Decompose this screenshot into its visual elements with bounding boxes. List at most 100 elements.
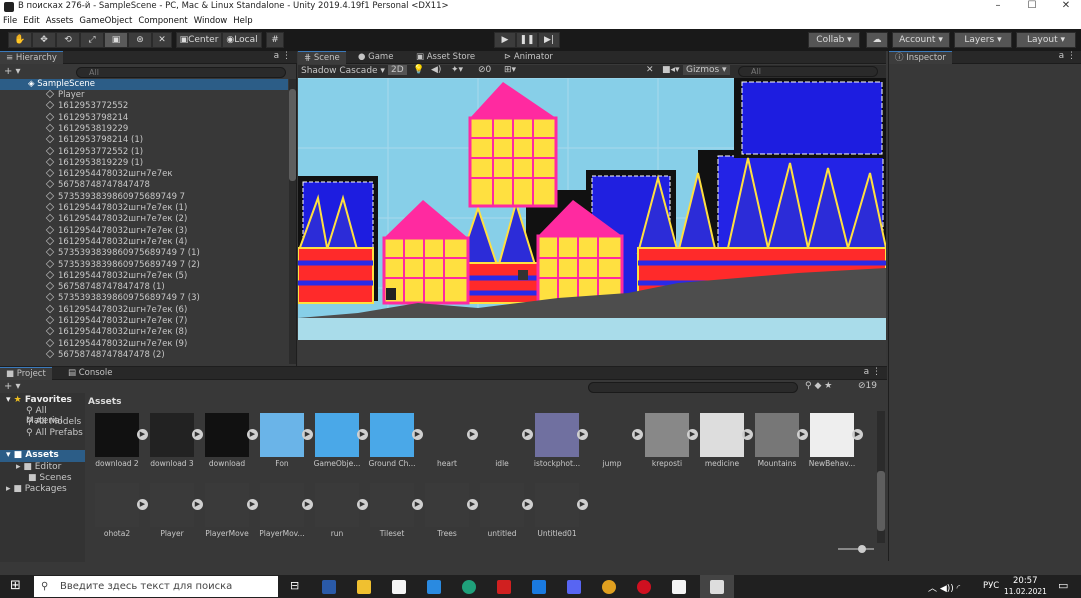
menu-gameobject[interactable]: GameObject [76,15,135,27]
panel-menu-icon[interactable]: a ⋮ [274,51,291,61]
language-indicator[interactable]: РУС [983,581,999,591]
add-object-button[interactable]: + ▾ [4,66,21,77]
menu-edit[interactable]: Edit [20,15,42,27]
hierarchy-item[interactable]: 1612953819229 (1) [0,157,143,169]
windows-start-icon[interactable]: ⊞ [10,578,21,593]
hierarchy-search-input[interactable]: All [76,67,286,78]
word-app-icon[interactable] [322,580,336,594]
hierarchy-item[interactable]: 1612953772552 [0,101,128,112]
create-asset-button[interactable]: + ▾ [4,381,21,392]
expand-asset-icon[interactable]: ▶ [137,429,148,440]
project-search-input[interactable] [588,382,798,393]
collab-button[interactable]: Collab ▾ [808,32,860,48]
tab-game[interactable]: ● Game [352,51,399,64]
hierarchy-item[interactable]: 1612954478032шгн7е7ек [0,168,173,180]
asset-thumbnail[interactable] [480,483,524,527]
assets-node[interactable]: ▾ ■ Assets [0,450,85,462]
asset-thumbnail[interactable] [150,413,194,457]
expand-asset-icon[interactable]: ▶ [577,429,588,440]
lighting-icon[interactable]: 💡 [413,65,424,75]
hierarchy-item[interactable]: 1612954478032шгн7е7ек (6) [0,304,187,316]
expand-asset-icon[interactable]: ▶ [357,499,368,510]
hierarchy-item[interactable]: 5735393839860975689749 7 (1) [0,247,200,259]
asset-thumbnail[interactable] [425,483,469,527]
asset-thumbnail[interactable] [590,413,634,457]
pause-button[interactable]: ❚❚ [516,32,538,48]
scale-tool-icon[interactable]: ⤢ [80,32,104,48]
expand-asset-icon[interactable]: ▶ [247,429,258,440]
expand-asset-icon[interactable]: ▶ [797,429,808,440]
asset-thumbnail[interactable] [480,413,524,457]
tab-asset-store[interactable]: ▣ Asset Store [410,51,481,64]
hierarchy-item[interactable]: Player [0,89,84,101]
grid-icon[interactable]: ⊞▾ [504,65,516,75]
store-app-icon[interactable] [392,580,406,594]
notifications-icon[interactable]: ▭ [1058,579,1068,592]
expand-asset-icon[interactable]: ▶ [137,499,148,510]
taskbar-search-input[interactable]: ⚲ Введите здесь текст для поиска [34,576,278,597]
scene-search-input[interactable]: All [738,66,878,77]
asset-thumbnail[interactable] [260,413,304,457]
asset-thumbnail[interactable] [535,483,579,527]
hierarchy-item[interactable]: 1612953772552 (1) [0,146,143,158]
menu-help[interactable]: Help [230,15,255,27]
expand-asset-icon[interactable]: ▶ [632,429,643,440]
hierarchy-item[interactable]: 56758748747847478 (1) [0,281,165,293]
tab-console[interactable]: ▤ Console [62,367,118,380]
expand-asset-icon[interactable]: ▶ [192,499,203,510]
asset-thumbnail[interactable] [205,413,249,457]
edge-app-icon[interactable] [462,580,476,594]
asset-thumbnail[interactable] [370,483,414,527]
packages-node[interactable]: ▸ ■ Packages [6,484,67,494]
notepad-app-icon[interactable] [672,580,686,594]
layers-dropdown[interactable]: Layers ▾ [954,32,1012,48]
expand-asset-icon[interactable]: ▶ [852,429,863,440]
asset-thumbnail[interactable] [260,483,304,527]
expand-asset-icon[interactable]: ▶ [687,429,698,440]
asset-thumbnail[interactable] [755,413,799,457]
gizmos-dropdown[interactable]: Gizmos ▾ [683,65,730,75]
maximize-button[interactable]: ☐ [1015,0,1049,15]
folder-editor[interactable]: ▸ ■ Editor [16,462,61,472]
project-scrollbar[interactable] [877,411,885,543]
play-button[interactable]: ▶ [494,32,516,48]
tab-inspector[interactable]: ⓘ Inspector [889,51,952,64]
hierarchy-item[interactable]: 1612954478032шгн7е7ек (1) [0,202,187,214]
layout-dropdown[interactable]: Layout ▾ [1016,32,1076,48]
hierarchy-scrollbar[interactable] [289,79,296,364]
opera-app-icon[interactable] [637,580,651,594]
explorer-app-icon[interactable] [357,580,371,594]
clock-date[interactable]: 11.02.2021 [1004,587,1047,596]
asset-thumbnail[interactable] [810,413,854,457]
rect-tool-icon[interactable]: ▣ [104,32,128,48]
tools-icon[interactable]: ✕ [646,65,654,75]
move-tool-icon[interactable]: ✥ [32,32,56,48]
shading-mode-dropdown[interactable]: Shadow Cascade ▾ [301,66,385,76]
hierarchy-item[interactable]: 1612954478032шгн7е7ек (5) [0,270,187,282]
hierarchy-item[interactable]: 56758748747847478 [0,180,150,191]
expand-asset-icon[interactable]: ▶ [412,429,423,440]
hierarchy-item[interactable]: 5735393839860975689749 7 [0,191,185,203]
unity-taskbar-button[interactable] [700,575,734,598]
hand-tool-icon[interactable]: ✋ [8,32,32,48]
hierarchy-item[interactable]: 1612954478032шгн7е7ек (3) [0,225,187,237]
rotate-tool-icon[interactable]: ⟲ [56,32,80,48]
account-dropdown[interactable]: Account ▾ [892,32,950,48]
menu-component[interactable]: Component [135,15,190,27]
asset-thumbnail[interactable] [315,413,359,457]
asset-thumbnail[interactable] [315,483,359,527]
expand-asset-icon[interactable]: ▶ [522,429,533,440]
expand-asset-icon[interactable]: ▶ [247,499,258,510]
asset-thumbnail[interactable] [205,483,249,527]
expand-asset-icon[interactable]: ▶ [467,499,478,510]
hierarchy-item[interactable]: 5735393839860975689749 7 (2) [0,259,200,271]
favorite-item-models[interactable]: ⚲ All Models [26,417,81,427]
expand-asset-icon[interactable]: ▶ [742,429,753,440]
asset-thumbnail[interactable] [95,483,139,527]
cloud-icon[interactable]: ☁ [866,32,888,48]
asset-thumbnail[interactable] [700,413,744,457]
hierarchy-item[interactable]: 1612954478032шгн7е7ек (2) [0,214,187,225]
hierarchy-item[interactable]: 1612954478032шгн7е7ек (7) [0,315,187,327]
asset-thumbnail[interactable] [370,413,414,457]
hierarchy-item[interactable]: 1612954478032шгн7е7ек (4) [0,236,187,248]
